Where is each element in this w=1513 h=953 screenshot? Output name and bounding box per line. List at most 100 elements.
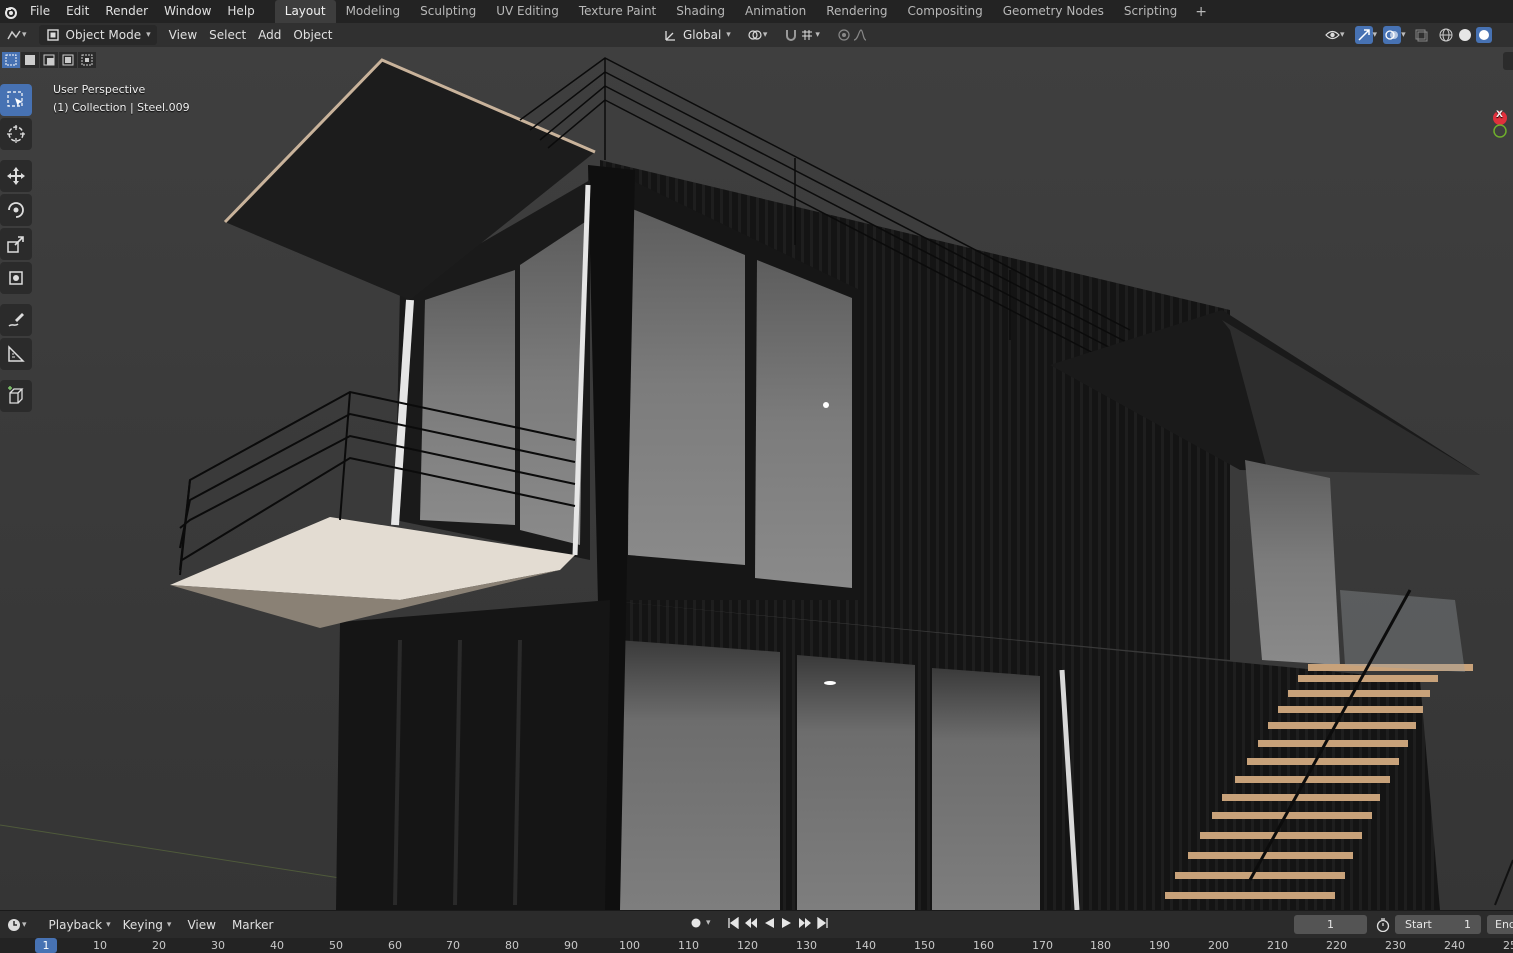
select-box-tool-icon[interactable] — [0, 84, 32, 116]
chevron-down-icon: ▾ — [106, 919, 111, 930]
rotate-tool-icon[interactable] — [0, 194, 32, 226]
select-new-icon[interactable] — [2, 52, 20, 68]
cursor-tool-icon[interactable] — [0, 118, 32, 150]
chevron-down-icon: ▾ — [1372, 30, 1378, 40]
ruler-tick: 180 — [1090, 939, 1111, 952]
add-menu[interactable]: Add — [252, 25, 287, 45]
eye-icon — [1324, 27, 1340, 43]
chevron-down-icon: ▾ — [815, 30, 820, 40]
keying-menu[interactable]: Keying ▾ — [117, 915, 178, 935]
ruler-tick: 250 — [1503, 939, 1513, 952]
tab-sculpting[interactable]: Sculpting — [410, 0, 486, 23]
tab-uv-editing[interactable]: UV Editing — [486, 0, 569, 23]
select-subtract-icon[interactable] — [40, 52, 58, 68]
annotate-tool-icon[interactable] — [0, 304, 32, 336]
record-icon[interactable] — [688, 915, 704, 931]
blender-logo-icon[interactable] — [0, 0, 22, 23]
select-menu[interactable]: Select — [203, 25, 252, 45]
chevron-down-icon: ▾ — [22, 30, 27, 40]
timeline-view-menu[interactable]: View — [181, 915, 221, 935]
move-tool-icon[interactable] — [0, 160, 32, 192]
tab-shading[interactable]: Shading — [666, 0, 735, 23]
material-shading-icon[interactable] — [1475, 27, 1492, 43]
timeline-header: ▾ Playback ▾ Keying ▾ View Marker ▾ 1 St… — [0, 910, 1513, 938]
jump-start-icon[interactable] — [725, 915, 741, 931]
ruler-tick: 40 — [270, 939, 284, 952]
stopwatch-icon[interactable] — [1375, 917, 1391, 933]
visibility-button[interactable]: ▾ — [1318, 25, 1351, 45]
tab-modeling[interactable]: Modeling — [336, 0, 411, 23]
tab-scripting[interactable]: Scripting — [1114, 0, 1187, 23]
top-bar: File Edit Render Window Help Layout Mode… — [0, 0, 1513, 23]
magnet-icon — [783, 27, 799, 43]
solid-shading-icon[interactable] — [1457, 27, 1473, 43]
gizmo-icon — [1354, 26, 1373, 44]
menu-help[interactable]: Help — [219, 0, 262, 23]
selection-mode-group — [2, 52, 96, 68]
lower-window-3 — [932, 668, 1040, 910]
tab-texture-paint[interactable]: Texture Paint — [569, 0, 666, 23]
add-cube-tool-icon[interactable] — [0, 380, 32, 412]
measure-tool-icon[interactable] — [0, 338, 32, 370]
editor-type-icon — [6, 27, 22, 43]
ruler-tick: 50 — [329, 939, 343, 952]
xray-button[interactable] — [1410, 25, 1434, 45]
playback-controls: ▾ — [688, 915, 831, 931]
mode-label: Object Mode — [65, 28, 142, 42]
ruler-tick: 190 — [1149, 939, 1170, 952]
end-frame-field[interactable]: End — [1487, 915, 1513, 934]
select-extend-icon[interactable] — [21, 52, 39, 68]
tab-layout[interactable]: Layout — [274, 0, 336, 23]
viewport-header: ▾ Object Mode ▾ View Select Add Object G… — [0, 23, 1513, 47]
orientation-axes-icon — [662, 27, 678, 43]
tab-geometry-nodes[interactable]: Geometry Nodes — [993, 0, 1114, 23]
timeline-ruler[interactable]: 1 10 20 30 40 50 60 70 80 90 100 110 120… — [0, 938, 1513, 953]
select-invert-icon[interactable] — [59, 52, 77, 68]
upper-window-right — [755, 260, 852, 588]
prev-keyframe-icon[interactable] — [743, 915, 759, 931]
orientation-dropdown[interactable]: Global ▾ — [656, 25, 737, 45]
select-intersect-icon[interactable] — [78, 52, 96, 68]
chevron-down-icon[interactable]: ▾ — [706, 918, 711, 928]
current-frame-indicator[interactable]: 1 — [35, 938, 57, 953]
chevron-down-icon: ▾ — [762, 30, 768, 40]
view-menu[interactable]: View — [163, 25, 203, 45]
marker-menu[interactable]: Marker — [226, 915, 279, 935]
proportional-editing-button[interactable] — [830, 25, 874, 45]
menu-window[interactable]: Window — [156, 0, 219, 23]
playback-menu[interactable]: Playback ▾ — [43, 915, 117, 935]
start-frame-field[interactable]: Start 1 — [1395, 915, 1481, 934]
gizmo-x-label: X — [1496, 110, 1503, 120]
tab-compositing[interactable]: Compositing — [897, 0, 992, 23]
chevron-down-icon: ▾ — [1340, 30, 1345, 40]
menu-edit[interactable]: Edit — [58, 0, 97, 23]
transform-tool-icon[interactable] — [0, 262, 32, 294]
perspective-label: User Perspective — [53, 83, 146, 96]
play-icon[interactable] — [779, 915, 795, 931]
gizmo-toggle-button[interactable]: ▾ — [1353, 25, 1380, 45]
chevron-down-icon: ▾ — [146, 30, 151, 40]
tab-animation[interactable]: Animation — [735, 0, 816, 23]
current-frame-field[interactable]: 1 — [1294, 915, 1367, 934]
pivot-point-button[interactable]: ▾ — [741, 25, 774, 45]
timeline-editor-type-button[interactable]: ▾ — [0, 915, 33, 935]
scale-tool-icon[interactable] — [0, 228, 32, 260]
wireframe-shading-icon[interactable] — [1438, 27, 1454, 43]
jump-end-icon[interactable] — [815, 915, 831, 931]
add-workspace-icon[interactable]: + — [1187, 4, 1215, 20]
menu-file[interactable]: File — [22, 0, 58, 23]
next-keyframe-icon[interactable] — [797, 915, 813, 931]
editor-type-button[interactable]: ▾ — [0, 25, 33, 45]
play-reverse-icon[interactable] — [761, 915, 777, 931]
3d-viewport[interactable]: User Perspective (1) Collection | Steel.… — [0, 47, 1513, 910]
ruler-tick: 120 — [737, 939, 758, 952]
overlays-button[interactable]: ▾ — [1381, 25, 1408, 45]
mode-dropdown[interactable]: Object Mode ▾ — [38, 25, 157, 45]
tab-rendering[interactable]: Rendering — [816, 0, 897, 23]
ruler-tick: 30 — [211, 939, 225, 952]
object-menu[interactable]: Object — [287, 25, 338, 45]
active-object-label: (1) Collection | Steel.009 — [53, 101, 190, 114]
sidebar-toggle[interactable] — [1503, 52, 1513, 70]
menu-render[interactable]: Render — [97, 0, 156, 23]
snap-button[interactable]: ▾ — [777, 25, 826, 45]
